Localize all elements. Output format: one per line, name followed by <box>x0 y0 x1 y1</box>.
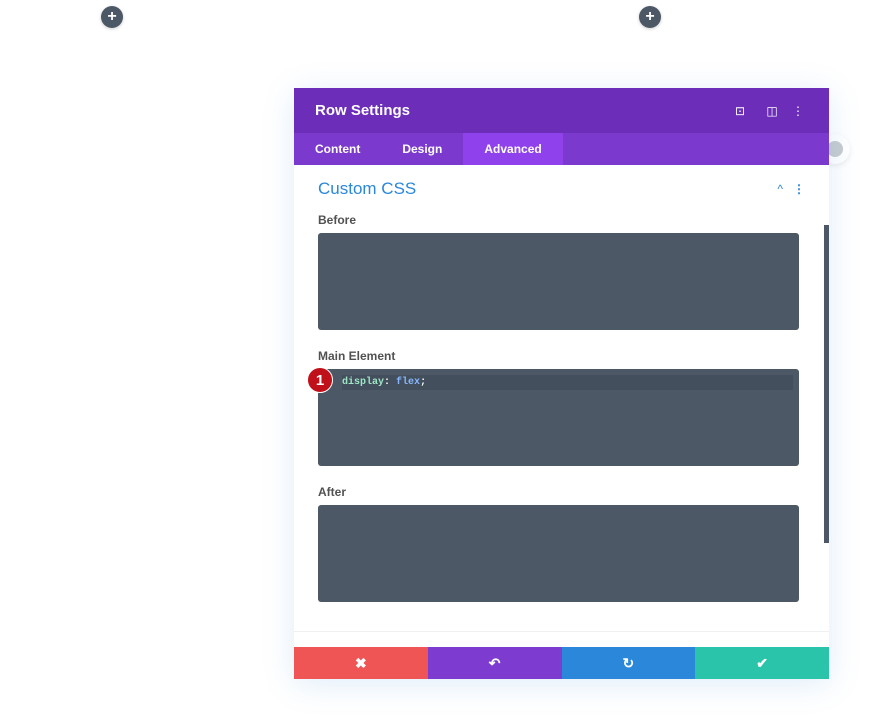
save-button[interactable]: ✔ <box>695 647 829 679</box>
close-icon: ✖ <box>355 654 367 671</box>
modal-header: Row Settings ⊡ ◫ ⋮ <box>294 88 829 133</box>
annotation-badge: 1 <box>307 367 333 393</box>
css-colon: : <box>384 377 391 388</box>
modal-footer: ✖ ↶ ↻ ✔ <box>294 647 829 679</box>
tab-bar: Content Design Advanced <box>294 133 829 165</box>
tab-design[interactable]: Design <box>381 133 463 165</box>
chevron-up-icon[interactable]: ^ <box>777 182 783 196</box>
after-css-editor[interactable] <box>318 505 799 602</box>
undo-icon: ↶ <box>488 654 501 671</box>
section-menu-icon[interactable]: ⋮ <box>793 182 805 196</box>
fullscreen-icon[interactable]: ⊡ <box>724 104 756 118</box>
tab-advanced[interactable]: Advanced <box>463 133 563 165</box>
cancel-button[interactable]: ✖ <box>294 647 428 679</box>
css-property: display <box>342 377 385 388</box>
modal-body: Custom CSS ^ ⋮ Before Main Element 1 dis… <box>294 165 829 647</box>
main-element-css-editor[interactable]: 1 display: flex; <box>318 369 799 466</box>
redo-icon: ↻ <box>622 654 635 671</box>
modal-title: Row Settings <box>315 102 411 119</box>
add-section-button[interactable]: + <box>101 6 123 28</box>
divider <box>294 631 829 632</box>
before-css-editor[interactable] <box>318 233 799 330</box>
split-view-icon[interactable]: ◫ <box>756 104 788 118</box>
scrollbar[interactable] <box>824 225 829 543</box>
section-title: Custom CSS <box>318 179 417 198</box>
add-section-button[interactable]: + <box>639 6 661 28</box>
code-line[interactable]: 1 display: flex; <box>326 375 793 390</box>
globe-icon <box>827 141 843 157</box>
after-label: After <box>318 485 347 499</box>
css-semicolon: ; <box>420 377 427 388</box>
main-element-label: Main Element <box>318 349 396 363</box>
section-header[interactable]: Custom CSS ^ ⋮ <box>294 165 829 199</box>
more-options-icon[interactable]: ⋮ <box>788 104 808 118</box>
css-value: flex <box>396 377 421 388</box>
tab-content[interactable]: Content <box>294 133 381 165</box>
undo-button[interactable]: ↶ <box>427 647 562 679</box>
row-settings-modal: Row Settings ⊡ ◫ ⋮ Content Design Advanc… <box>294 88 829 679</box>
before-label: Before <box>318 213 357 227</box>
redo-button[interactable]: ↻ <box>561 647 696 679</box>
checkmark-icon: ✔ <box>756 654 768 671</box>
